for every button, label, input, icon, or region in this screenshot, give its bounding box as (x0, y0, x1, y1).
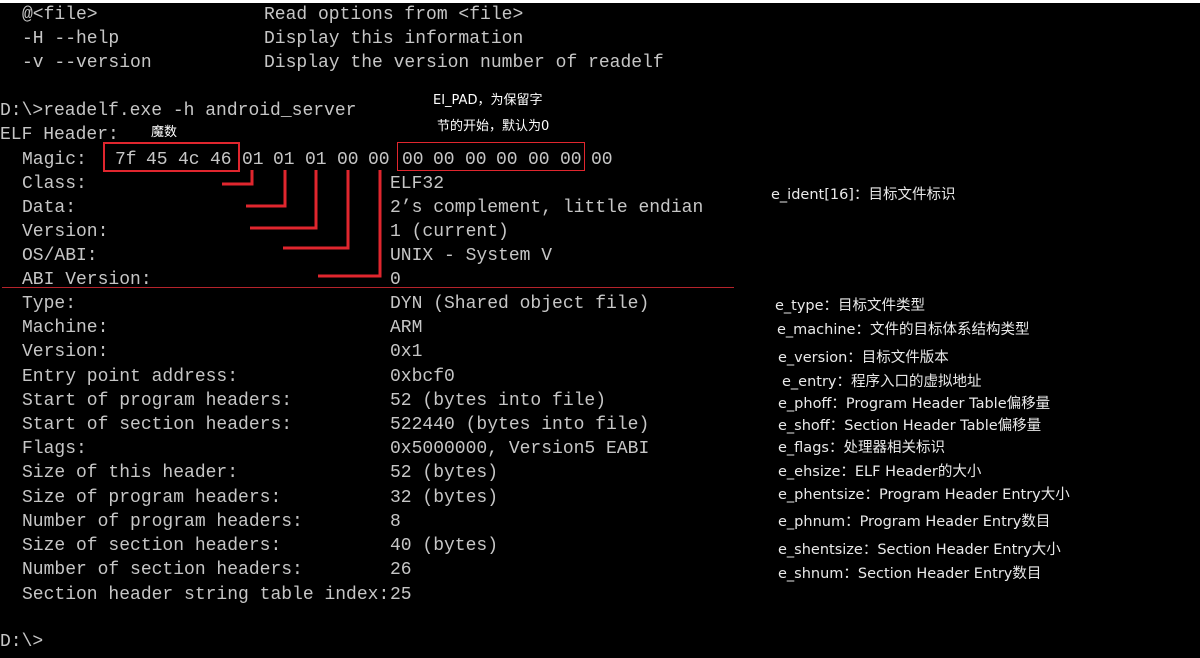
field-label: e_flags：处理器相关标识 (778, 440, 945, 456)
field-label: e_type：目标文件类型 (775, 298, 926, 314)
field-label: e_shoff：Section Header Table偏移量 (778, 418, 1042, 434)
connector-version (250, 170, 318, 230)
field-label: e_shnum：Section Header Entry数目 (778, 566, 1042, 582)
ident-field-label: e_ident[16]：目标文件标识 (771, 187, 956, 203)
field-label: e_machine：文件的目标体系结构类型 (777, 322, 1030, 338)
magic-annotation: 魔数 (151, 125, 178, 140)
connector-class (222, 170, 254, 186)
field-label: e_ehsize：ELF Header的大小 (778, 464, 982, 480)
field-label: e_phoff：Program Header Table偏移量 (778, 396, 1051, 412)
field-label: e_phnum：Program Header Entry数目 (778, 514, 1051, 530)
field-label: e_phentsize：Program Header Entry大小 (778, 487, 1070, 503)
ei-pad-annotation: EI_PAD，为保留字 (433, 93, 543, 108)
ei-pad-annotation: 节的开始，默认为0 (437, 119, 550, 134)
field-label: e_entry：程序入口的虚拟地址 (782, 374, 982, 390)
field-label: e_version：目标文件版本 (778, 350, 949, 366)
field-label: e_shentsize：Section Header Entry大小 (778, 542, 1061, 558)
